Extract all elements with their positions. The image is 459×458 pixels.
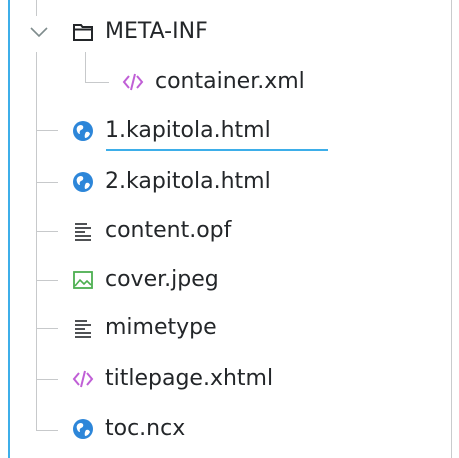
globe-html-icon: [72, 120, 94, 142]
tree-item-label: content.opf: [105, 218, 232, 243]
tree-guide-vertical: [36, 0, 37, 16]
file-tree: META-INF container.xml 1.kapitola.html 2…: [0, 0, 459, 458]
tree-item-mimetype[interactable]: mimetype: [72, 308, 217, 348]
globe-html-icon: [72, 418, 94, 440]
tree-item-label: titlepage.xhtml: [105, 366, 274, 391]
tree-item-label: 1.kapitola.html: [105, 118, 271, 143]
chevron-down-icon[interactable]: [30, 24, 48, 38]
tree-item-titlepage-xhtml[interactable]: titlepage.xhtml: [72, 359, 273, 399]
tree-item-label: container.xml: [155, 69, 305, 94]
tree-guide-branch: [36, 231, 58, 232]
folder-icon: [72, 21, 94, 43]
tree-item-1-kapitola-html[interactable]: 1.kapitola.html: [72, 111, 271, 151]
tree-item-label: toc.ncx: [105, 416, 186, 441]
tree-item-container-xml[interactable]: container.xml: [122, 62, 305, 102]
tree-guide-branch: [36, 430, 58, 431]
xml-code-icon: [122, 71, 144, 93]
text-file-icon: [72, 317, 94, 339]
tree-guide-branch: [85, 82, 109, 83]
globe-html-icon: [72, 171, 94, 193]
xml-code-icon: [72, 368, 94, 390]
tree-item-meta-inf[interactable]: META-INF: [72, 12, 208, 52]
tree-item-label: mimetype: [105, 315, 217, 340]
tree-item-label: cover.jpeg: [105, 267, 219, 292]
focus-border: [8, 0, 10, 458]
tree-guide-branch: [36, 280, 58, 281]
current-item-indicator: [106, 149, 328, 151]
tree-item-label: 2.kapitola.html: [105, 169, 271, 194]
tree-item-cover-jpeg[interactable]: cover.jpeg: [72, 260, 219, 300]
tree-item-toc-ncx[interactable]: toc.ncx: [72, 409, 185, 449]
tree-guide-vertical: [85, 52, 86, 82]
tree-guide-vertical: [36, 52, 37, 430]
tree-guide-branch: [36, 182, 58, 183]
panel-divider: [451, 0, 452, 458]
tree-item-label: META-INF: [105, 19, 208, 44]
tree-item-content-opf[interactable]: content.opf: [72, 211, 231, 251]
tree-guide-branch: [36, 328, 58, 329]
tree-guide-branch: [36, 130, 58, 131]
text-file-icon: [72, 220, 94, 242]
tree-item-2-kapitola-html[interactable]: 2.kapitola.html: [72, 162, 271, 202]
tree-guide-branch: [36, 379, 58, 380]
image-file-icon: [72, 269, 94, 291]
